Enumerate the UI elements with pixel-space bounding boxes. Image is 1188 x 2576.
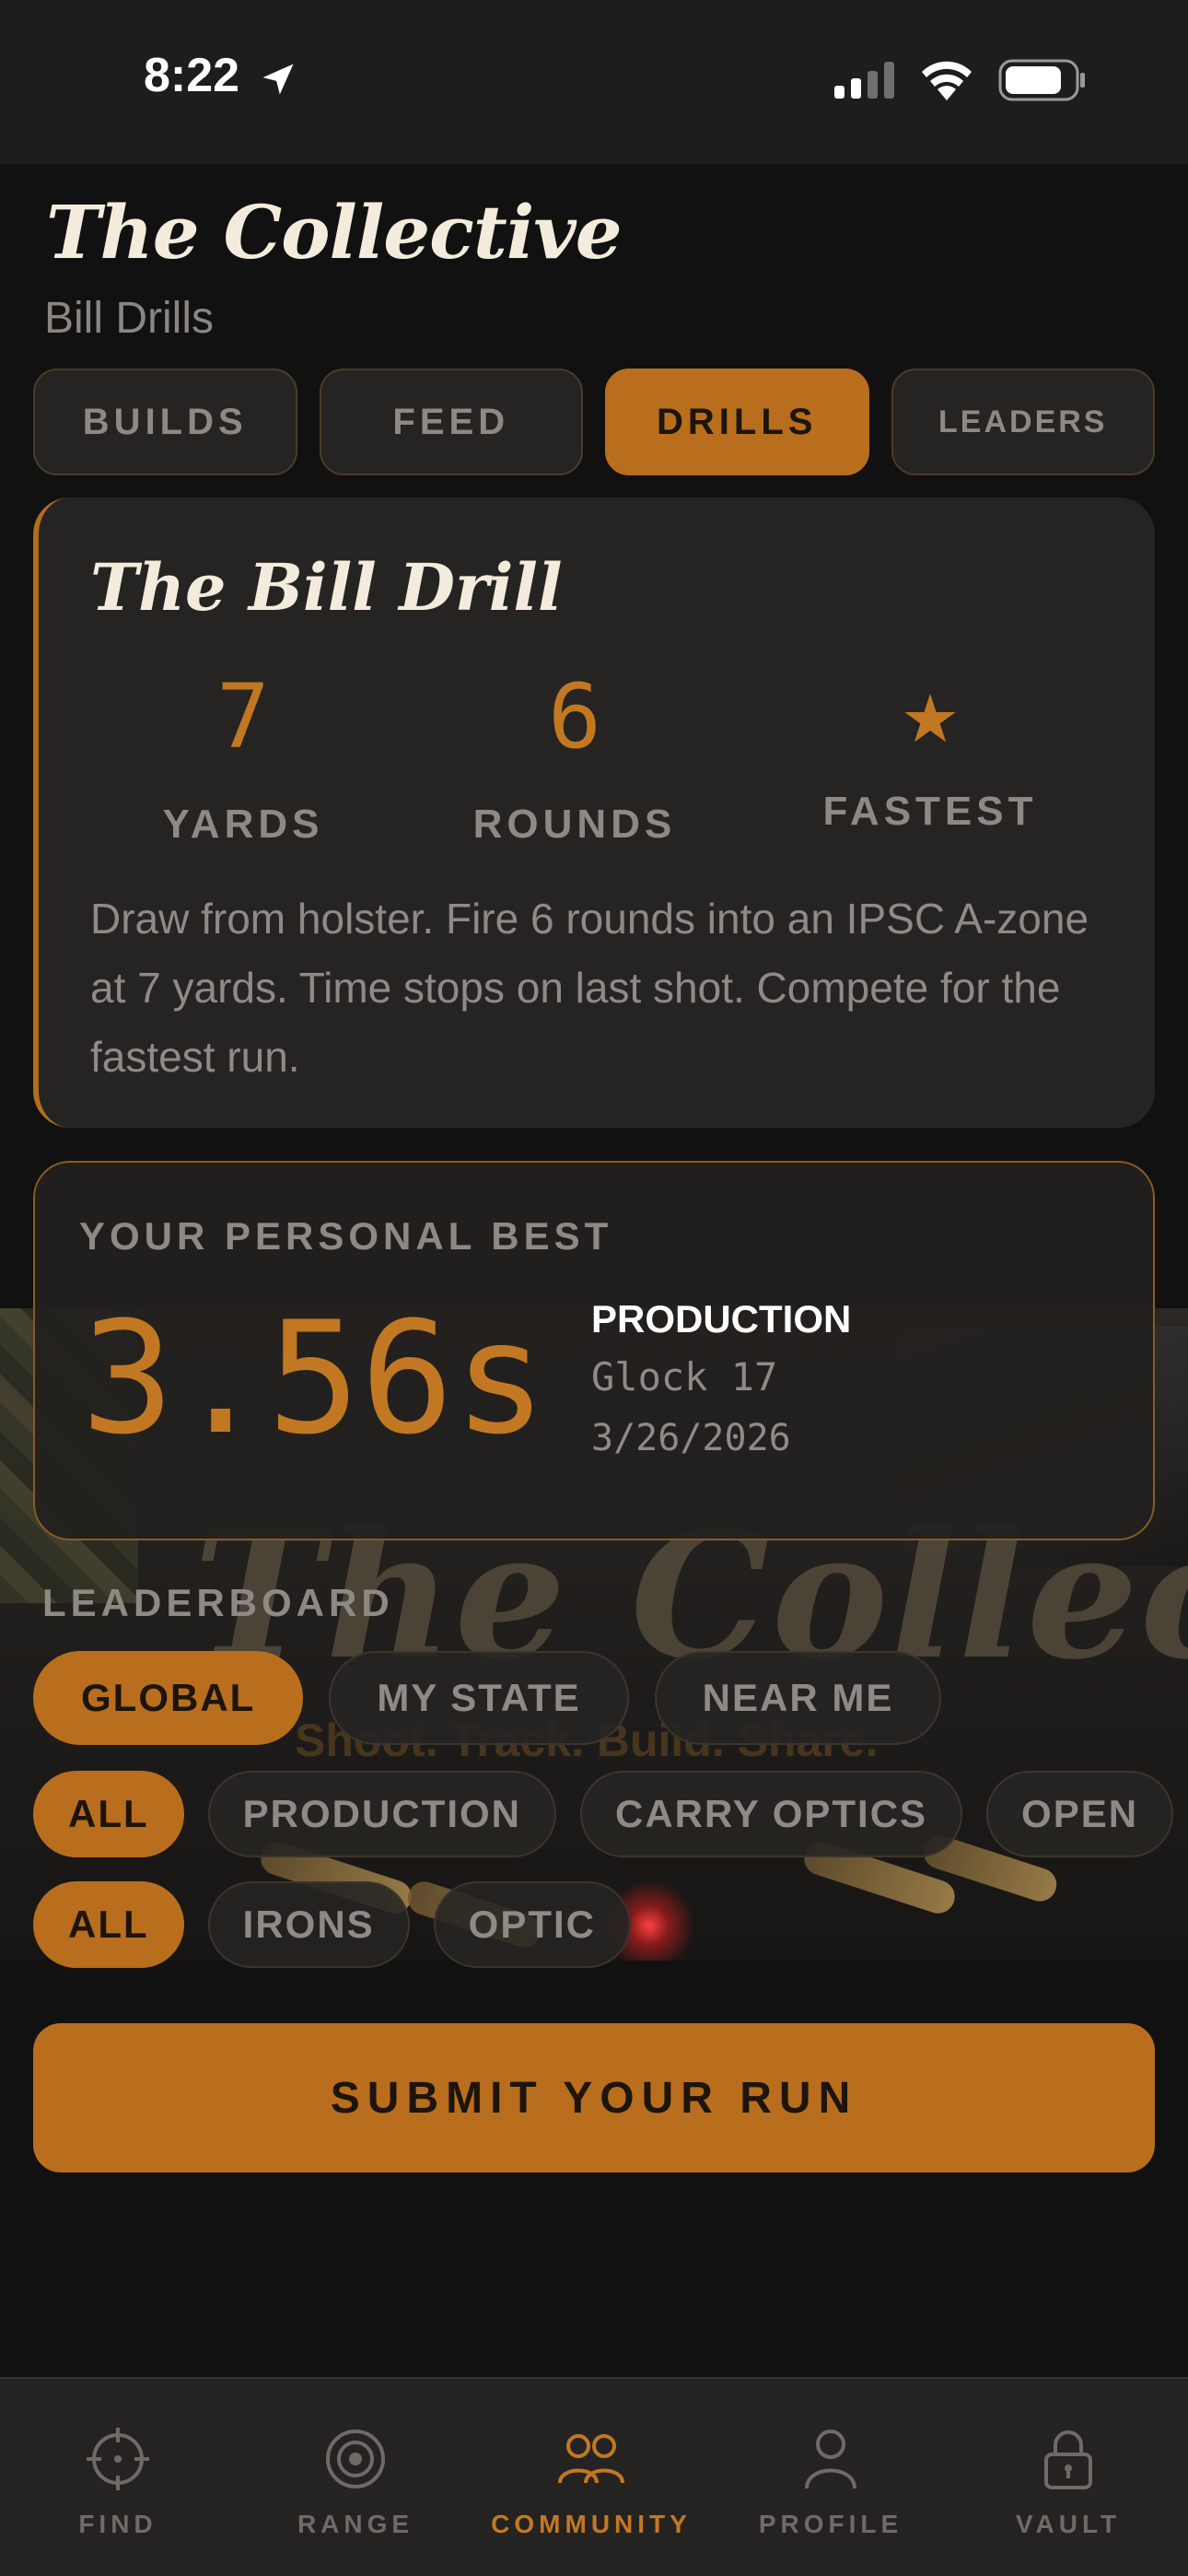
filter-sight-all[interactable]: ALL [33, 1881, 184, 1968]
tabbar-range-label: RANGE [297, 2510, 414, 2538]
lock-icon [1044, 2430, 1092, 2489]
stat-rounds: 6 ROUNDS [437, 673, 713, 848]
stat-yards: 7 YARDS [105, 673, 381, 848]
tabbar-find[interactable]: FIND [7, 2425, 228, 2539]
tabbar-vault[interactable]: VAULT [958, 2425, 1179, 2539]
app-brand-title: The Collective [46, 189, 623, 275]
filter-irons[interactable]: IRONS [207, 1881, 410, 1968]
segment-tabs: BUILDS FEED DRILLS LEADERS [33, 369, 1155, 475]
division-filter-row: ALL PRODUCTION CARRY OPTICS OPEN [33, 1771, 1174, 1857]
tab-builds[interactable]: BUILDS [33, 369, 297, 475]
tabbar-community[interactable]: COMMUNITY [481, 2425, 702, 2539]
personal-best-time: 3.56s [81, 1288, 547, 1469]
personal-best-date: 3/26/2026 [591, 1417, 791, 1459]
personal-best-gun: Glock 17 [591, 1354, 778, 1399]
personal-best-card: YOUR PERSONAL BEST 3.56s PRODUCTION Gloc… [33, 1161, 1155, 1540]
community-icon [558, 2434, 624, 2484]
page-subtitle: Bill Drills [44, 294, 214, 343]
stat-fastest: ★ FASTEST [792, 673, 1068, 835]
star-icon: ★ [900, 680, 961, 757]
crosshair-icon [87, 2428, 149, 2490]
stat-fastest-label: FASTEST [822, 789, 1038, 834]
target-icon [326, 2430, 385, 2488]
stat-yards-label: YARDS [162, 802, 324, 847]
filter-near-me[interactable]: NEAR ME [654, 1651, 942, 1745]
sight-filter-row: ALL IRONS OPTIC [33, 1881, 632, 1968]
scope-filter-row: GLOBAL MY STATE NEAR ME [33, 1651, 942, 1745]
filter-open[interactable]: OPEN [986, 1771, 1174, 1857]
tabbar-find-label: FIND [78, 2510, 157, 2538]
tabbar-profile[interactable]: PROFILE [720, 2425, 941, 2539]
tab-drills[interactable]: DRILLS [605, 369, 869, 475]
filter-carry-optics[interactable]: CARRY OPTICS [580, 1771, 963, 1857]
person-icon [805, 2430, 856, 2489]
stat-yards-value: 7 [216, 665, 270, 768]
stat-rounds-label: ROUNDS [472, 802, 677, 847]
location-arrow-icon [262, 64, 294, 95]
drill-card: The Bill Drill 7 YARDS 6 ROUNDS ★ FASTES… [33, 498, 1155, 1128]
tabbar-profile-label: PROFILE [758, 2510, 903, 2538]
stat-rounds-value: 6 [548, 665, 601, 768]
wifi-icon [922, 61, 972, 100]
filter-production[interactable]: PRODUCTION [207, 1771, 556, 1857]
personal-best-label: YOUR PERSONAL BEST [79, 1214, 613, 1258]
tabbar-community-label: COMMUNITY [491, 2510, 692, 2538]
battery-icon [998, 59, 1085, 101]
submit-run-button[interactable]: SUBMIT YOUR RUN [33, 2023, 1155, 2172]
tabbar-range[interactable]: RANGE [245, 2425, 466, 2539]
status-bar: 8:22 [0, 0, 1188, 164]
filter-my-state[interactable]: MY STATE [329, 1651, 629, 1745]
tabbar-vault-label: VAULT [1015, 2510, 1122, 2538]
leaderboard-label: LEADERBOARD [42, 1581, 394, 1624]
cellular-signal-icon [834, 62, 894, 99]
bottom-tab-bar: FIND RANGE COMMUNITY PROFILE VAULT [0, 2377, 1188, 2576]
drill-description: Draw from holster. Fire 6 rounds into an… [90, 895, 1089, 1081]
tab-feed[interactable]: FEED [319, 369, 583, 475]
filter-global[interactable]: GLOBAL [33, 1651, 304, 1745]
filter-division-all[interactable]: ALL [33, 1771, 184, 1857]
drill-title: The Bill Drill [90, 549, 563, 626]
tab-leaders[interactable]: LEADERS [891, 369, 1155, 475]
personal-best-division: PRODUCTION [591, 1297, 852, 1341]
filter-optic[interactable]: OPTIC [433, 1881, 632, 1968]
status-time: 8:22 [144, 49, 240, 102]
